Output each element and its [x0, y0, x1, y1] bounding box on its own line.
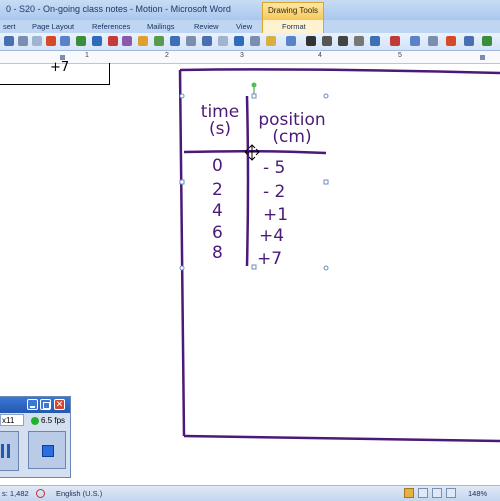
language[interactable]: English (U.S.)	[56, 489, 102, 498]
restore-icon[interactable]	[40, 399, 51, 410]
status-bar: s: 1,482 English (U.S.) 148%	[0, 485, 500, 501]
position-value: - 2	[263, 182, 286, 202]
time-value: 2	[212, 180, 223, 200]
word-count[interactable]: s: 1,482	[2, 489, 29, 498]
header-time: time (s)	[198, 104, 242, 138]
spellcheck-icon[interactable]	[36, 489, 45, 498]
stop-button[interactable]	[28, 431, 66, 469]
record-circle-icon	[31, 417, 39, 425]
zoom-level[interactable]: 148%	[468, 489, 487, 498]
counter-text: x11	[2, 416, 15, 425]
green-rotate-handle	[251, 82, 257, 88]
view-buttons[interactable]	[404, 488, 464, 498]
ink-box-top	[179, 68, 500, 75]
time-value: 0	[212, 156, 223, 176]
stop-icon	[42, 445, 54, 457]
ink-table-divider	[245, 95, 250, 267]
counter-box: x11	[0, 414, 24, 426]
position-value: +4	[259, 226, 285, 246]
position-value: - 5	[263, 158, 286, 178]
header-position-unit: (cm)	[272, 127, 312, 147]
recorder-titlebar[interactable]: ✕	[0, 397, 70, 413]
position-value: +1	[263, 205, 289, 225]
time-value: 8	[212, 243, 223, 263]
close-icon[interactable]: ✕	[54, 399, 65, 410]
header-time-unit: (s)	[208, 119, 232, 139]
ink-box-left	[178, 69, 186, 437]
fps-text: 6.5 fps	[41, 416, 66, 425]
position-value: +7	[257, 249, 283, 269]
minimize-icon[interactable]	[27, 399, 38, 410]
time-value: 4	[212, 201, 223, 221]
screen-recorder-panel[interactable]: ✕ x11 6.5 fps	[0, 396, 71, 478]
header-position: position (cm)	[257, 112, 327, 146]
time-value: 6	[212, 223, 223, 243]
ink-drawing[interactable]	[0, 0, 500, 500]
pause-button[interactable]	[0, 431, 19, 471]
ink-box-bottom	[183, 434, 500, 443]
